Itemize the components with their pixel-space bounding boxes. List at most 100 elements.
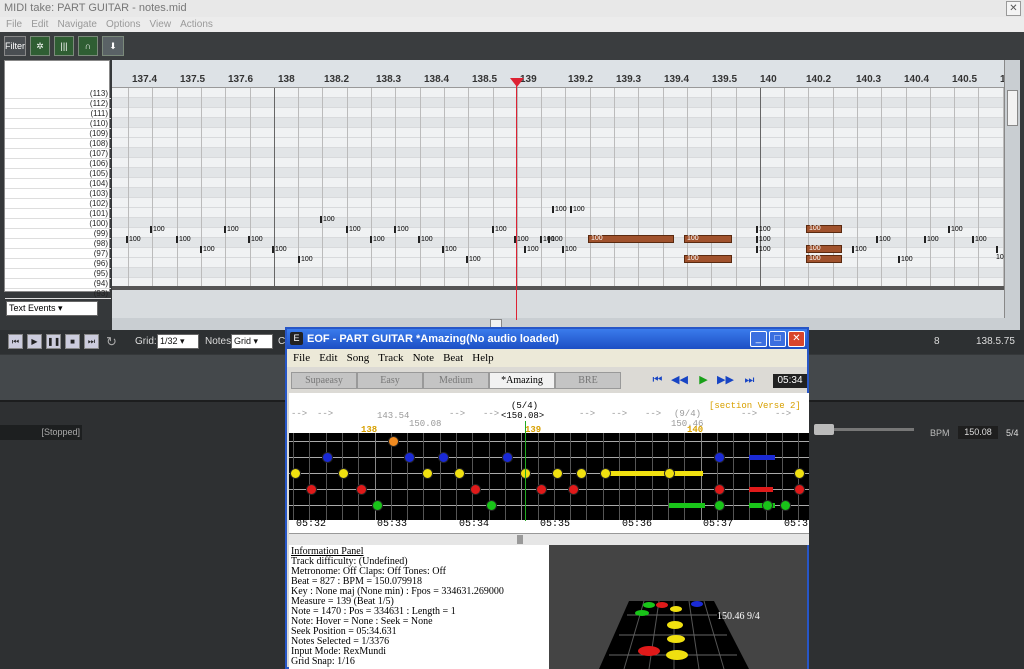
eof-play-icon[interactable]: ▶ (695, 373, 712, 388)
eof-menu-track[interactable]: Track (378, 349, 403, 367)
seek-thumb[interactable] (517, 535, 523, 544)
tab-easy[interactable]: Easy (357, 372, 423, 389)
close-icon[interactable]: ✕ (788, 331, 805, 347)
menu-view[interactable]: View (150, 17, 172, 32)
menu-edit[interactable]: Edit (31, 17, 48, 32)
sustain-tail[interactable] (749, 487, 773, 492)
piano-key-label[interactable]: (103) (5, 189, 111, 199)
vertical-scrollbar[interactable] (1004, 60, 1020, 318)
loop-icon[interactable]: ↻ (106, 334, 117, 350)
seek-scrollbar[interactable] (289, 533, 809, 545)
midi-note-event[interactable]: 100 (996, 246, 1004, 262)
menu-options[interactable]: Options (106, 17, 140, 32)
eof-menu-note[interactable]: Note (413, 349, 434, 367)
pause-icon[interactable]: ❚❚ (46, 334, 61, 349)
sustain-tail[interactable] (749, 455, 775, 460)
magnet-icon[interactable]: ∩ (78, 36, 98, 56)
piano-key-label[interactable]: (109) (5, 129, 111, 139)
cc-lane-select[interactable]: Text Events ▾ (6, 301, 98, 316)
midi-note-event[interactable]: 100 (948, 226, 963, 234)
gem-green[interactable] (714, 500, 725, 511)
menu-navigate[interactable]: Navigate (57, 17, 96, 32)
sustain-tail[interactable] (669, 503, 705, 508)
piano-key-label[interactable]: (106) (5, 159, 111, 169)
piano-key-label[interactable]: (105) (5, 169, 111, 179)
gem-green[interactable] (486, 500, 497, 511)
gem-orange[interactable] (388, 436, 399, 447)
download-icon[interactable]: ⬇ (102, 36, 124, 56)
midi-note-grid[interactable]: 100 100 100 100 100 100 100 100 100 100 100 100 100 1… (112, 88, 1004, 286)
midi-note-event[interactable]: 100 (272, 246, 287, 254)
piano-key-label[interactable]: (99) (5, 229, 111, 239)
piano-key-label[interactable]: (112) (5, 99, 111, 109)
piano-key-label[interactable]: (101) (5, 209, 111, 219)
tab-bre[interactable]: BRE (555, 372, 621, 389)
eof-menu-help[interactable]: Help (472, 349, 493, 367)
gem-red[interactable] (306, 484, 317, 495)
gem-green[interactable] (372, 500, 383, 511)
eof-skip-start-icon[interactable]: ⏮ (649, 373, 666, 388)
gem-yellow[interactable] (552, 468, 563, 479)
midi-note-event[interactable]: 100 (224, 226, 239, 234)
piano-key-label[interactable]: (108) (5, 139, 111, 149)
gem-blue[interactable] (322, 452, 333, 463)
tab-medium[interactable]: Medium (423, 372, 489, 389)
gem-blue[interactable] (502, 452, 513, 463)
midi-note-bar[interactable]: 100 (806, 255, 842, 263)
menu-actions[interactable]: Actions (180, 17, 213, 32)
piano-key-label[interactable]: (113) (5, 89, 111, 99)
piano-key-label[interactable]: (98) (5, 239, 111, 249)
piano-key-label[interactable]: (96) (5, 259, 111, 269)
eof-menu-song[interactable]: Song (347, 349, 370, 367)
gem-red[interactable] (470, 484, 481, 495)
time-signature[interactable]: 5/4 (1006, 428, 1019, 438)
snap-icon[interactable]: ✲ (30, 36, 50, 56)
eof-menu-edit[interactable]: Edit (319, 349, 337, 367)
menu-file[interactable]: File (6, 17, 22, 32)
gem-blue[interactable] (438, 452, 449, 463)
midi-note-event[interactable]: 100 (562, 246, 577, 254)
gem-yellow[interactable] (600, 468, 611, 479)
filter-button[interactable]: Filter (4, 36, 26, 56)
master-slider-thumb[interactable] (814, 424, 834, 435)
eof-rewind-icon[interactable]: ◀◀ (671, 373, 688, 388)
gem-yellow[interactable] (576, 468, 587, 479)
midi-note-event[interactable]: 100 (570, 206, 585, 214)
midi-note-event[interactable]: 100 (756, 246, 771, 254)
midi-note-event[interactable]: 100 (418, 236, 433, 244)
midi-note-event[interactable]: 100 (524, 246, 539, 254)
midi-note-event[interactable]: 100 (442, 246, 457, 254)
midi-note-bar[interactable]: 100 (684, 235, 732, 243)
scroll-thumb[interactable] (1007, 90, 1018, 126)
midi-note-event[interactable]: 100 (552, 206, 567, 214)
cc-lane[interactable] (112, 286, 1004, 318)
bpm-field[interactable]: 150.08 (958, 426, 998, 439)
midi-note-event[interactable]: 100 (370, 236, 385, 244)
piano-key-label[interactable]: (100) (5, 219, 111, 229)
gem-green[interactable] (762, 500, 773, 511)
eof-forward-icon[interactable]: ▶▶ (717, 373, 734, 388)
midi-note-event[interactable]: 100 (346, 226, 361, 234)
midi-note-event[interactable]: 100 (320, 216, 335, 224)
eof-menu-file[interactable]: File (293, 349, 310, 367)
gem-red[interactable] (714, 484, 725, 495)
midi-note-event[interactable]: 100 (852, 246, 867, 254)
midi-note-bar[interactable]: 100 (588, 235, 674, 243)
maximize-icon[interactable]: □ (769, 331, 786, 347)
gem-yellow[interactable] (338, 468, 349, 479)
eof-skip-end-icon[interactable]: ⏭ (741, 373, 758, 388)
note-highway[interactable]: [section Verse 2] (5/4) <150.08> (9/4) 1… (289, 393, 809, 533)
midi-note-event[interactable]: 100 (298, 256, 313, 264)
piano-key-label[interactable]: (93) (5, 289, 111, 299)
grid-select[interactable]: 1/32 ▾ (157, 334, 199, 349)
piano-key-label[interactable]: (102) (5, 199, 111, 209)
gem-blue[interactable] (714, 452, 725, 463)
gem-yellow[interactable] (454, 468, 465, 479)
gem-red[interactable] (356, 484, 367, 495)
piano-key-label[interactable]: (110) (5, 119, 111, 129)
midi-note-bar[interactable]: 100 (806, 245, 842, 253)
piano-key-label[interactable]: (95) (5, 269, 111, 279)
midi-note-event[interactable]: 100 (924, 236, 939, 244)
midi-note-event[interactable]: 100 (756, 226, 771, 234)
minimize-icon[interactable]: _ (750, 331, 767, 347)
